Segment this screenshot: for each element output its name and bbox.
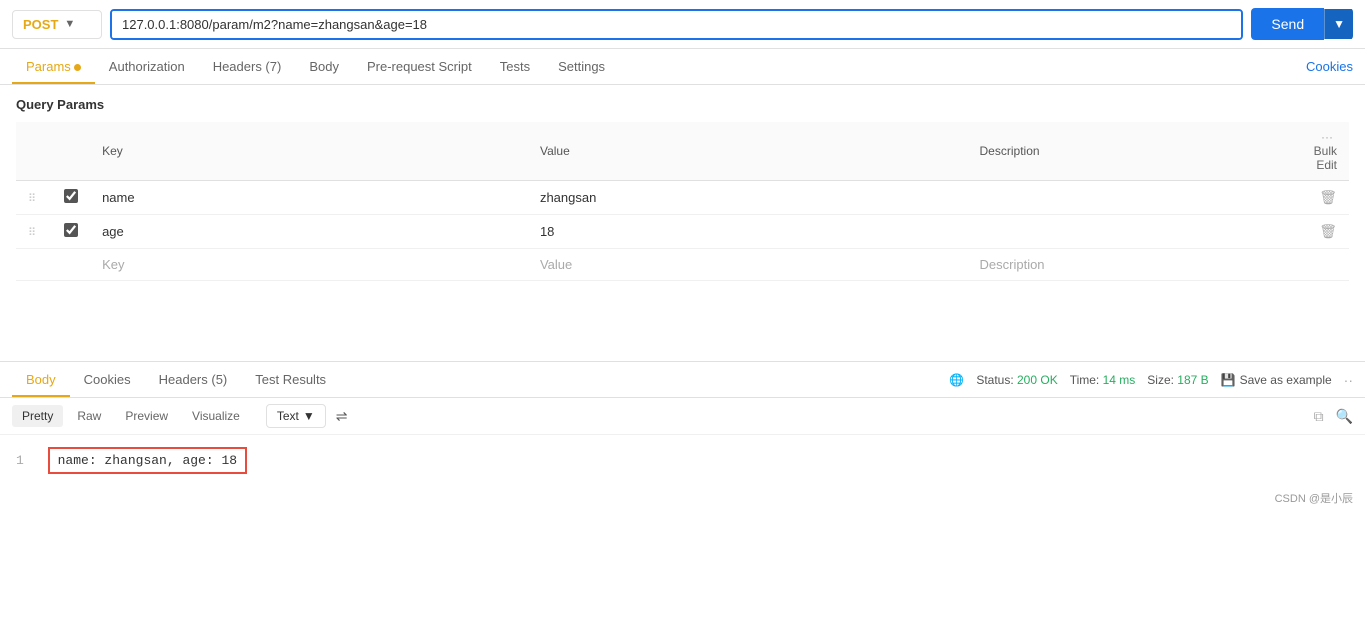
cookies-link[interactable]: Cookies: [1306, 59, 1353, 74]
send-button[interactable]: Send: [1251, 8, 1324, 40]
status-value: 200 OK: [1017, 373, 1058, 387]
params-table: Key Value Description ··· Bulk Edit ⠿ na…: [16, 122, 1349, 281]
response-body: 1 name: zhangsan, age: 18: [0, 435, 1365, 486]
send-dropdown-button[interactable]: ▼: [1324, 9, 1353, 39]
row-actions: 🗑: [1284, 215, 1349, 249]
delete-icon[interactable]: 🗑: [1319, 189, 1337, 205]
row-value: 18: [528, 215, 968, 249]
wrap-icon[interactable]: ⇌: [336, 408, 348, 425]
format-tab-visualize[interactable]: Visualize: [182, 405, 250, 427]
save-icon: 💾: [1221, 373, 1236, 387]
format-tab-preview[interactable]: Preview: [115, 405, 178, 427]
col-header-value: Value: [528, 122, 968, 181]
size-value: 187 B: [1177, 373, 1208, 387]
row-actions: [1284, 249, 1349, 281]
row-key[interactable]: Key: [90, 249, 528, 281]
row-checkbox[interactable]: [64, 223, 78, 237]
query-params-title: Query Params: [16, 97, 1349, 112]
save-example-button[interactable]: 💾 Save as example: [1221, 373, 1332, 387]
format-toolbar: Pretty Raw Preview Visualize Text ▼ ⇌ ⧉ …: [0, 398, 1365, 435]
tab-authorization[interactable]: Authorization: [95, 49, 199, 84]
row-drag-cell: ⠿: [16, 181, 52, 215]
ellipsis-icon: ···: [1321, 130, 1333, 144]
search-icon[interactable]: 🔍: [1336, 408, 1353, 425]
response-tab-body[interactable]: Body: [12, 362, 70, 397]
params-dot: [74, 64, 81, 71]
row-value[interactable]: Value: [528, 249, 968, 281]
row-description: [968, 215, 1284, 249]
row-key: name: [90, 181, 528, 215]
row-checkbox-cell[interactable]: [52, 181, 90, 215]
url-bar: POST ▼ Send ▼: [0, 0, 1365, 49]
empty-space: [0, 281, 1365, 361]
response-tab-headers[interactable]: Headers (5): [145, 362, 242, 397]
row-checkbox[interactable]: [64, 189, 78, 203]
row-drag-cell: ⠿: [16, 215, 52, 249]
row-key: age: [90, 215, 528, 249]
status-label: Status: 200 OK: [976, 373, 1057, 387]
format-tab-raw[interactable]: Raw: [67, 405, 111, 427]
col-header-key: Key: [90, 122, 528, 181]
row-checkbox-cell[interactable]: [52, 215, 90, 249]
row-value: zhangsan: [528, 181, 968, 215]
more-options-icon[interactable]: ··: [1344, 372, 1353, 388]
send-button-group: Send ▼: [1251, 8, 1353, 40]
response-tab-cookies[interactable]: Cookies: [70, 362, 145, 397]
method-select[interactable]: POST ▼: [12, 10, 102, 39]
line-number: 1: [16, 453, 24, 468]
size-label: Size: 187 B: [1147, 373, 1208, 387]
tab-tests[interactable]: Tests: [486, 49, 544, 84]
url-input-wrapper: [110, 9, 1243, 40]
text-dropdown-arrow: ▼: [303, 409, 315, 423]
time-value: 14 ms: [1103, 373, 1136, 387]
url-input[interactable]: [112, 11, 1241, 38]
tab-prerequest[interactable]: Pre-request Script: [353, 49, 486, 84]
copy-icon[interactable]: ⧉: [1314, 408, 1324, 425]
response-meta: 🌐 Status: 200 OK Time: 14 ms Size: 187 B…: [949, 372, 1353, 388]
response-content: name: zhangsan, age: 18: [48, 447, 247, 474]
tab-headers[interactable]: Headers (7): [199, 49, 296, 84]
row-drag-cell: [16, 249, 52, 281]
params-section: Query Params Key Value Description ··· B…: [0, 85, 1365, 281]
footer-note: CSDN @是小辰: [0, 486, 1365, 510]
tab-params[interactable]: Params: [12, 49, 95, 84]
request-tab-bar: Params Authorization Headers (7) Body Pr…: [0, 49, 1365, 85]
globe-icon: 🌐: [949, 373, 964, 387]
bulk-edit-button[interactable]: Bulk Edit: [1314, 144, 1337, 172]
drag-icon: ⠿: [28, 193, 40, 205]
text-format-dropdown[interactable]: Text ▼: [266, 404, 326, 428]
col-header-description: Description: [968, 122, 1284, 181]
response-tab-bar: Body Cookies Headers (5) Test Results 🌐 …: [0, 362, 1365, 398]
tab-settings[interactable]: Settings: [544, 49, 619, 84]
col-header-actions: ··· Bulk Edit: [1284, 122, 1349, 181]
row-checkbox-cell: [52, 249, 90, 281]
response-tab-test-results[interactable]: Test Results: [241, 362, 340, 397]
tab-body[interactable]: Body: [295, 49, 353, 84]
format-tab-pretty[interactable]: Pretty: [12, 405, 63, 427]
method-label: POST: [23, 17, 58, 32]
row-actions: 🗑: [1284, 181, 1349, 215]
delete-icon[interactable]: 🗑: [1319, 223, 1337, 239]
time-label: Time: 14 ms: [1070, 373, 1136, 387]
row-description: [968, 181, 1284, 215]
drag-icon: ⠿: [28, 227, 40, 239]
method-dropdown-arrow: ▼: [64, 18, 75, 30]
response-section: Body Cookies Headers (5) Test Results 🌐 …: [0, 361, 1365, 486]
row-description[interactable]: Description: [968, 249, 1284, 281]
